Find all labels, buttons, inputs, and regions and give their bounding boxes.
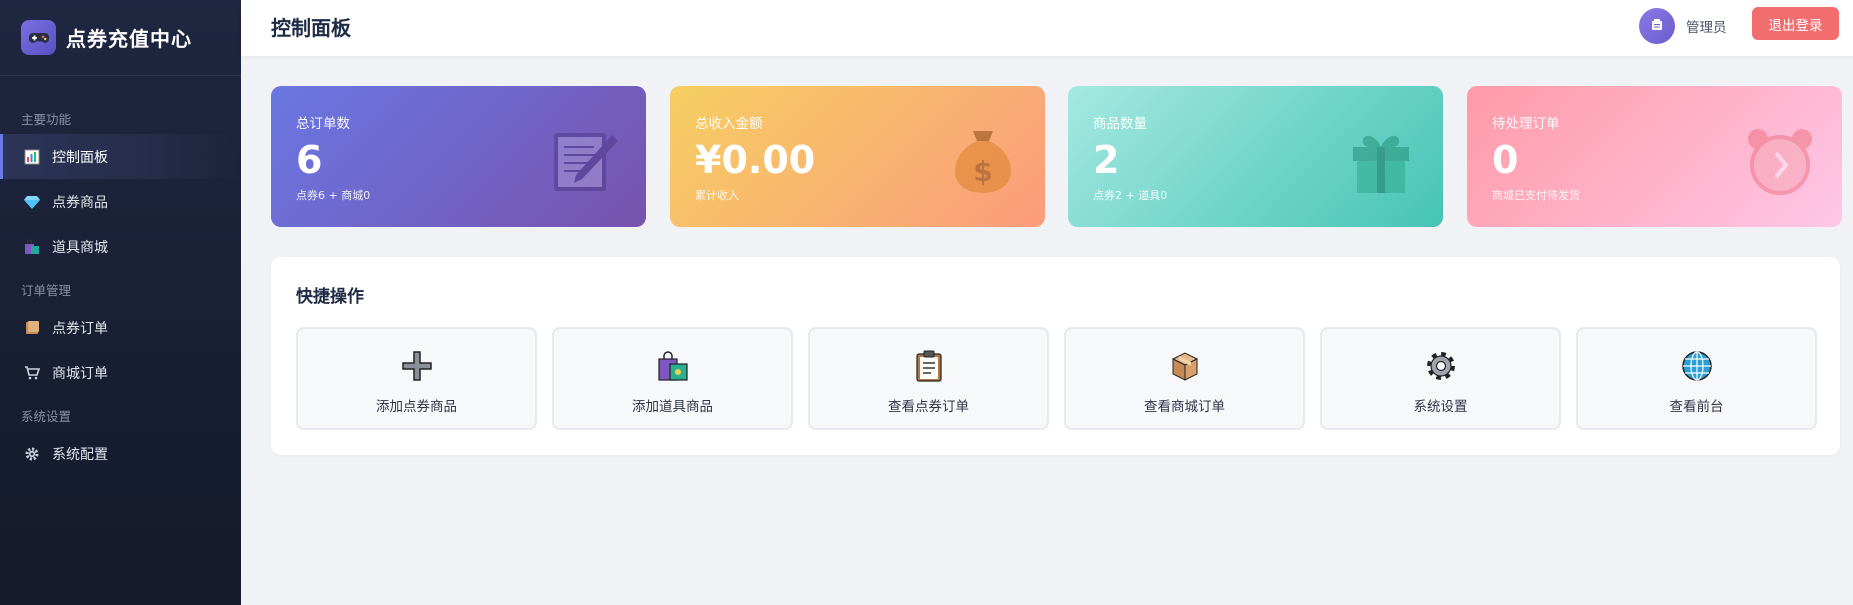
user-icon	[1650, 17, 1664, 36]
sidebar-item-label: 系统配置	[52, 446, 108, 463]
stat-value: 0	[1492, 138, 1519, 182]
stat-label: 总收入金额	[695, 116, 763, 132]
sidebar: 点券充值中心 主要功能 控制面板 点券商品 道具商城 订单管理 点券订单 商城订…	[0, 0, 241, 605]
brand: 点券充值中心	[0, 0, 241, 76]
stat-card-pending-orders: 待处理订单 0 商城已支付待发货	[1467, 86, 1842, 227]
stat-value: 2	[1093, 138, 1120, 182]
system-settings-button[interactable]: 系统设置	[1320, 327, 1561, 430]
action-label: 查看商城订单	[1144, 399, 1225, 415]
action-label: 添加道具商品	[632, 399, 713, 415]
add-coupon-product-button[interactable]: 添加点券商品	[296, 327, 537, 430]
sidebar-item-mall-orders[interactable]: 商城订单	[0, 350, 241, 395]
user-name: 管理员	[1686, 20, 1727, 36]
sidebar-item-dashboard[interactable]: 控制面板	[0, 134, 241, 179]
quick-actions-panel: 快捷操作 添加点券商品 添加道具商品 查看点券订单 查看商城订单 系统设置 查看…	[271, 257, 1840, 455]
stat-card-total-orders: 总订单数 6 点券6 + 商城0	[271, 86, 646, 227]
top-header: 控制面板 管理员 退出登录	[241, 0, 1853, 56]
brand-title: 点券充值中心	[66, 27, 192, 51]
shopping-bag-icon	[656, 349, 690, 383]
nav-section-title: 主要功能	[21, 112, 72, 127]
gamepad-icon	[21, 20, 56, 55]
book-icon	[24, 320, 40, 336]
sidebar-item-coupon-orders[interactable]: 点券订单	[0, 305, 241, 350]
stat-value: 6	[296, 138, 323, 182]
alarm-clock-icon	[1744, 125, 1816, 197]
globe-icon	[1680, 349, 1714, 383]
gear-icon	[24, 446, 40, 462]
stat-sub: 点券6 + 商城0	[296, 189, 371, 202]
nav-section-title: 订单管理	[21, 283, 72, 298]
clipboard-icon	[912, 349, 946, 383]
nav-section-title: 系统设置	[21, 409, 72, 424]
gift-icon	[1345, 125, 1417, 197]
bar-chart-icon	[24, 149, 40, 165]
stat-label: 总订单数	[296, 116, 350, 132]
view-mall-orders-button[interactable]: 查看商城订单	[1064, 327, 1305, 430]
memo-icon	[548, 125, 620, 197]
stat-label: 商品数量	[1093, 116, 1147, 132]
money-bag-icon: $	[947, 125, 1019, 197]
view-coupon-orders-button[interactable]: 查看点券订单	[808, 327, 1049, 430]
plus-icon	[400, 349, 434, 383]
shopping-bags-icon	[24, 239, 40, 255]
action-label: 查看前台	[1669, 399, 1724, 415]
stat-sub: 点券2 + 道具0	[1093, 189, 1168, 202]
quick-actions-title: 快捷操作	[296, 287, 364, 307]
sidebar-item-item-mall[interactable]: 道具商城	[0, 224, 241, 269]
sidebar-item-label: 商城订单	[52, 365, 108, 382]
gear-icon	[1424, 349, 1458, 383]
package-icon	[1168, 349, 1202, 383]
sidebar-item-label: 点券商品	[52, 194, 108, 211]
cart-icon	[24, 365, 40, 381]
sidebar-item-label: 道具商城	[52, 239, 108, 256]
action-label: 系统设置	[1413, 399, 1468, 415]
logout-button[interactable]: 退出登录	[1752, 7, 1839, 40]
stat-card-product-count: 商品数量 2 点券2 + 道具0	[1068, 86, 1443, 227]
diamond-icon	[24, 194, 40, 210]
sidebar-item-label: 点券订单	[52, 320, 108, 337]
add-item-product-button[interactable]: 添加道具商品	[552, 327, 793, 430]
stat-label: 待处理订单	[1492, 116, 1560, 132]
sidebar-item-coupon-products[interactable]: 点券商品	[0, 179, 241, 224]
sidebar-item-label: 控制面板	[52, 149, 108, 166]
stat-sub: 商城已支付待发货	[1492, 189, 1580, 202]
action-label: 查看点券订单	[888, 399, 969, 415]
stat-card-total-revenue: 总收入金额 ¥0.00 累计收入 $	[670, 86, 1045, 227]
svg-text:$: $	[973, 155, 992, 188]
avatar[interactable]	[1639, 8, 1675, 44]
action-label: 添加点券商品	[376, 399, 457, 415]
page-title: 控制面板	[271, 16, 351, 40]
sidebar-item-system-config[interactable]: 系统配置	[0, 431, 241, 476]
view-storefront-button[interactable]: 查看前台	[1576, 327, 1817, 430]
stat-sub: 累计收入	[695, 189, 739, 202]
stat-value: ¥0.00	[695, 138, 816, 182]
